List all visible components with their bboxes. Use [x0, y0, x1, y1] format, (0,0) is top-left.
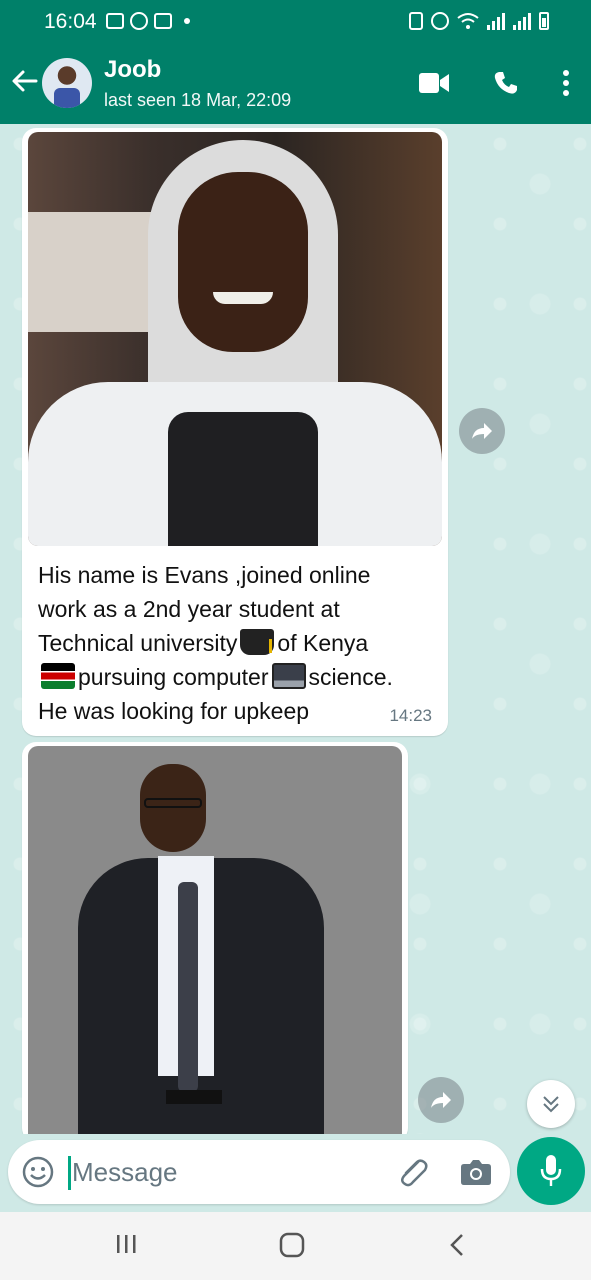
message-photo[interactable] — [28, 746, 402, 1134]
recent-apps-icon[interactable] — [114, 1232, 138, 1256]
contact-avatar[interactable] — [42, 58, 92, 108]
more-options-icon[interactable] — [563, 70, 569, 96]
scroll-to-bottom-button[interactable] — [527, 1080, 575, 1128]
caption-line: His name is Evans ,joined online — [38, 562, 371, 588]
battery-icon — [539, 12, 549, 30]
video-call-icon[interactable] — [419, 72, 449, 94]
system-icons — [409, 12, 549, 30]
contact-name[interactable]: Joob — [104, 56, 161, 84]
data-saver-icon — [409, 12, 423, 30]
caption-line: Technical university of Kenya — [38, 629, 369, 656]
system-navigation-bar — [0, 1212, 591, 1280]
voice-call-icon[interactable] — [493, 70, 519, 96]
signal-icon — [487, 12, 505, 30]
message-input[interactable] — [72, 1154, 372, 1190]
gallery-notification-icon-2 — [154, 13, 172, 29]
header-actions — [419, 70, 569, 96]
signal-icon-2 — [513, 12, 531, 30]
voice-message-button[interactable] — [517, 1137, 585, 1205]
status-bar: 16:04 — [0, 0, 591, 44]
message-caption: His name is Evans ,joined online work as… — [38, 558, 438, 728]
text-cursor — [68, 1156, 71, 1190]
last-seen-status[interactable]: last seen 18 Mar, 22:09 — [104, 90, 291, 111]
microphone-icon — [540, 1155, 562, 1186]
chat-area[interactable]: His name is Evans ,joined online work as… — [0, 124, 591, 1134]
desktop-computer-emoji-icon — [271, 663, 306, 689]
alarm-icon — [431, 12, 449, 30]
message-bubble[interactable] — [22, 742, 408, 1134]
more-notifications-dot-icon — [184, 18, 190, 24]
camera-icon[interactable] — [460, 1158, 492, 1186]
forward-icon — [472, 423, 492, 439]
top-bar: 16:04 Joob last seen 18 Mar, 22:09 — [0, 0, 591, 124]
notification-icons — [106, 12, 190, 30]
gallery-notification-icon — [106, 13, 124, 29]
chat-header: Joob last seen 18 Mar, 22:09 — [0, 44, 591, 124]
message-time: 14:23 — [389, 706, 432, 725]
message-composer — [8, 1140, 510, 1204]
back-nav-icon[interactable] — [446, 1232, 468, 1258]
emoji-icon[interactable] — [22, 1156, 54, 1188]
status-time: 16:04 — [44, 10, 97, 33]
forward-button[interactable] — [459, 408, 505, 454]
message-bubble[interactable]: His name is Evans ,joined online work as… — [22, 128, 448, 736]
forward-icon — [431, 1092, 451, 1108]
caption-line: work as a 2nd year student at — [38, 596, 340, 622]
caption-line: pursuing computer science. — [38, 660, 438, 694]
home-icon[interactable] — [279, 1232, 305, 1258]
message-photo[interactable] — [28, 132, 442, 546]
double-chevron-down-icon — [543, 1096, 559, 1113]
graduation-cap-emoji-icon — [240, 629, 275, 655]
paperclip-icon[interactable] — [396, 1156, 430, 1188]
whatsapp-notification-icon — [130, 12, 148, 30]
kenya-flag-emoji-icon — [41, 663, 75, 689]
wifi-icon — [457, 13, 479, 29]
caption-line: He was looking for upkeep — [38, 698, 310, 724]
forward-button[interactable] — [418, 1077, 464, 1123]
back-arrow-icon[interactable] — [10, 66, 40, 96]
